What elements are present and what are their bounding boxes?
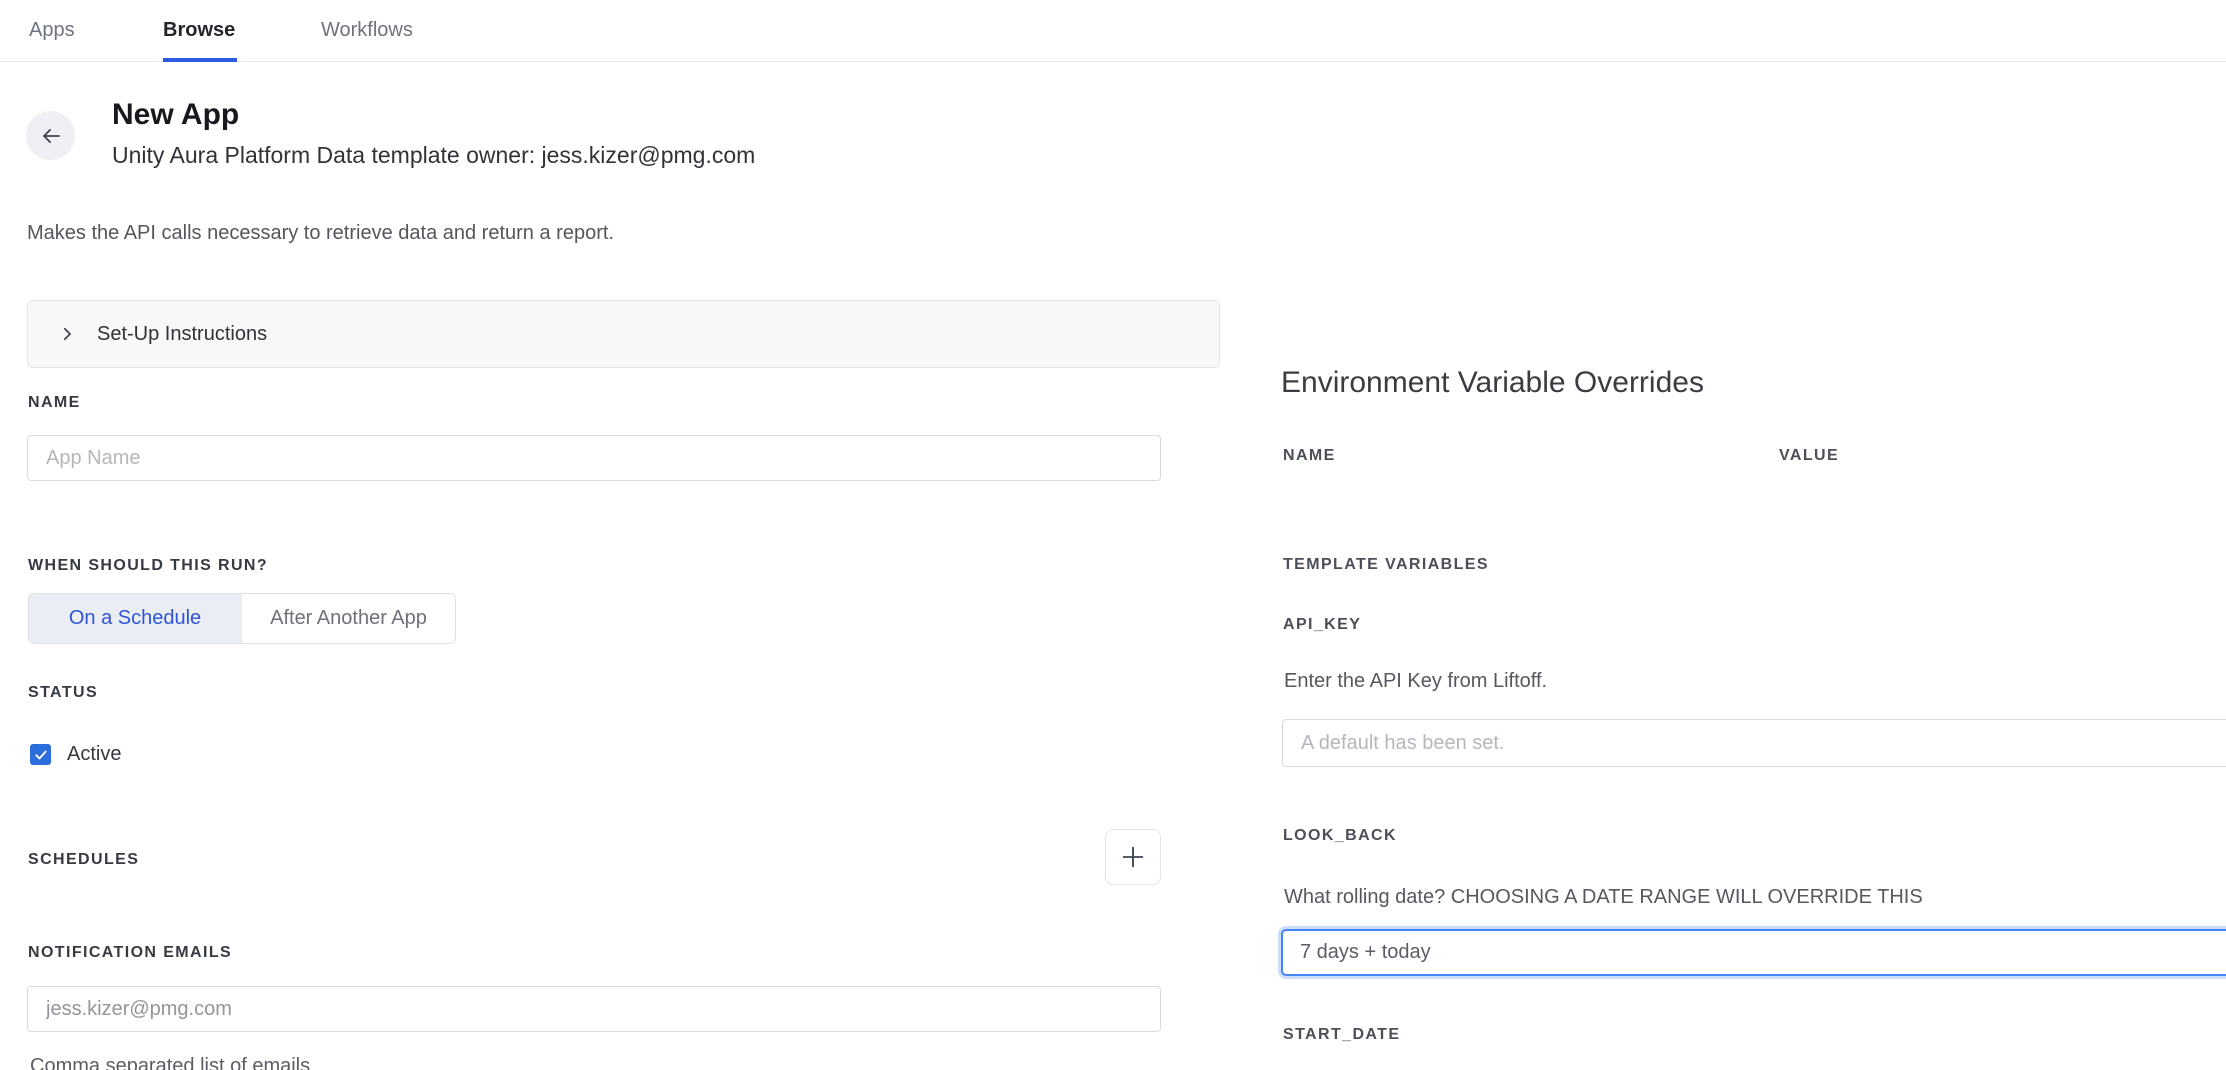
status-label: STATUS (28, 684, 98, 702)
template-variables-label: TEMPLATE VARIABLES (1283, 556, 1489, 574)
new-app-page: Apps Browse Workflows New App Unity Aura… (0, 0, 2226, 1070)
run-option-on-a-schedule[interactable]: On a Schedule (29, 594, 241, 643)
env-overrides-title: Environment Variable Overrides (1281, 366, 1704, 400)
app-name-input[interactable] (27, 435, 1161, 481)
var-look-back-select[interactable]: 7 days + today (1281, 929, 2226, 976)
var-api-key-label: API_KEY (1283, 616, 1361, 634)
active-checkbox-label: Active (67, 743, 121, 766)
tab-workflows[interactable]: Workflows (321, 0, 413, 61)
top-nav: Apps Browse Workflows (0, 0, 2226, 62)
back-button[interactable] (26, 111, 75, 160)
page-subtitle: Unity Aura Platform Data template owner:… (112, 142, 755, 169)
tab-apps[interactable]: Apps (29, 0, 75, 61)
plus-icon (1119, 843, 1147, 871)
setup-instructions-accordion[interactable]: Set-Up Instructions (27, 300, 1220, 368)
check-icon (34, 748, 48, 762)
var-api-key-description: Enter the API Key from Liftoff. (1284, 670, 1547, 693)
name-label: NAME (28, 394, 81, 412)
active-checkbox-row: Active (30, 743, 121, 766)
run-timing-toggle: On a Schedule After Another App (28, 593, 456, 644)
schedules-label: SCHEDULES (28, 851, 139, 869)
active-checkbox[interactable] (30, 744, 51, 765)
emails-help-text: Comma separated list of emails (30, 1055, 310, 1070)
env-value-column-header: VALUE (1779, 447, 1839, 465)
tab-browse[interactable]: Browse (163, 0, 235, 61)
env-name-column-header: NAME (1283, 447, 1336, 465)
notification-emails-input[interactable] (27, 986, 1161, 1032)
arrow-left-icon (39, 124, 63, 148)
var-api-key-input[interactable] (1282, 719, 2226, 767)
run-timing-label: WHEN SHOULD THIS RUN? (28, 557, 268, 575)
notification-emails-label: NOTIFICATION EMAILS (28, 944, 232, 962)
add-schedule-button[interactable] (1105, 829, 1161, 885)
active-tab-underline (163, 58, 237, 62)
var-look-back-description: What rolling date? CHOOSING A DATE RANGE… (1284, 886, 1923, 909)
run-option-after-another-app[interactable]: After Another App (241, 594, 455, 643)
app-description: Makes the API calls necessary to retriev… (27, 222, 614, 245)
setup-instructions-label: Set-Up Instructions (97, 323, 267, 346)
chevron-right-icon (58, 325, 76, 343)
page-title: New App (112, 98, 239, 132)
var-look-back-label: LOOK_BACK (1283, 827, 1397, 845)
var-start-date-label: START_DATE (1283, 1026, 1400, 1044)
